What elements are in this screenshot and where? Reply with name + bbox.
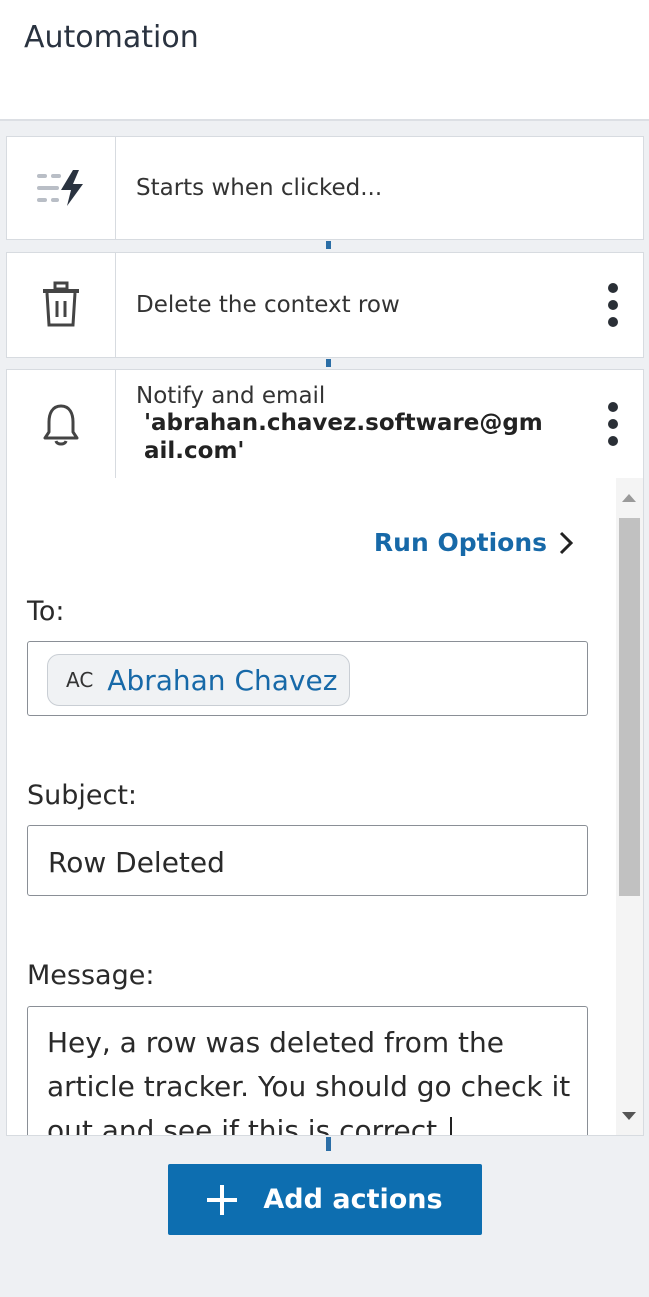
more-options-icon[interactable] — [583, 370, 643, 478]
avatar: AC — [66, 668, 94, 692]
plus-icon — [207, 1184, 238, 1215]
scroll-down-icon[interactable] — [622, 1112, 636, 1120]
panel-scrollbar[interactable] — [616, 478, 643, 1135]
trash-icon — [7, 253, 116, 357]
more-options-icon[interactable] — [583, 253, 643, 357]
bell-icon — [7, 370, 116, 478]
message-label: Message: — [27, 960, 155, 991]
header: Automation — [0, 0, 649, 121]
message-textarea[interactable]: Hey, a row was deleted from the article … — [27, 1006, 588, 1136]
run-options-label: Run Options — [373, 528, 547, 557]
to-label: To: — [27, 596, 65, 627]
chevron-right-icon — [559, 531, 573, 554]
page-title: Automation — [24, 20, 199, 55]
text-cursor — [450, 1117, 453, 1135]
trigger-bolt-icon — [7, 137, 116, 239]
step-trigger[interactable]: Starts when clicked... — [6, 136, 644, 240]
step-notify-email[interactable]: Notify and email 'abrahan.chavez.softwar… — [6, 369, 644, 479]
email-config-panel: Run Options To: AC Abrahan Chavez Subjec… — [6, 478, 644, 1136]
scroll-up-icon[interactable] — [622, 494, 636, 502]
step-delete-row[interactable]: Delete the context row — [6, 252, 644, 358]
flow-connector — [326, 241, 331, 249]
recipient-name: Abrahan Chavez — [107, 663, 338, 697]
step-label: Notify and email — [136, 383, 326, 409]
flow-connector — [326, 1137, 331, 1151]
scrollbar-thumb[interactable] — [619, 518, 640, 896]
subject-input[interactable]: Row Deleted — [27, 825, 588, 896]
step-email: 'abrahan.chavez.software@gm ail.com' — [144, 410, 543, 464]
add-actions-label: Add actions — [263, 1184, 443, 1215]
subject-value: Row Deleted — [48, 846, 225, 879]
subject-label: Subject: — [27, 780, 138, 811]
to-field[interactable]: AC Abrahan Chavez — [27, 641, 588, 716]
run-options-link[interactable]: Run Options — [374, 528, 573, 557]
message-value: Hey, a row was deleted from the article … — [47, 1026, 571, 1136]
step-label: Starts when clicked... — [136, 175, 383, 201]
recipient-chip[interactable]: AC Abrahan Chavez — [47, 654, 350, 706]
add-actions-button[interactable]: Add actions — [168, 1164, 482, 1235]
step-label: Delete the context row — [136, 292, 400, 318]
flow-connector — [326, 359, 331, 367]
